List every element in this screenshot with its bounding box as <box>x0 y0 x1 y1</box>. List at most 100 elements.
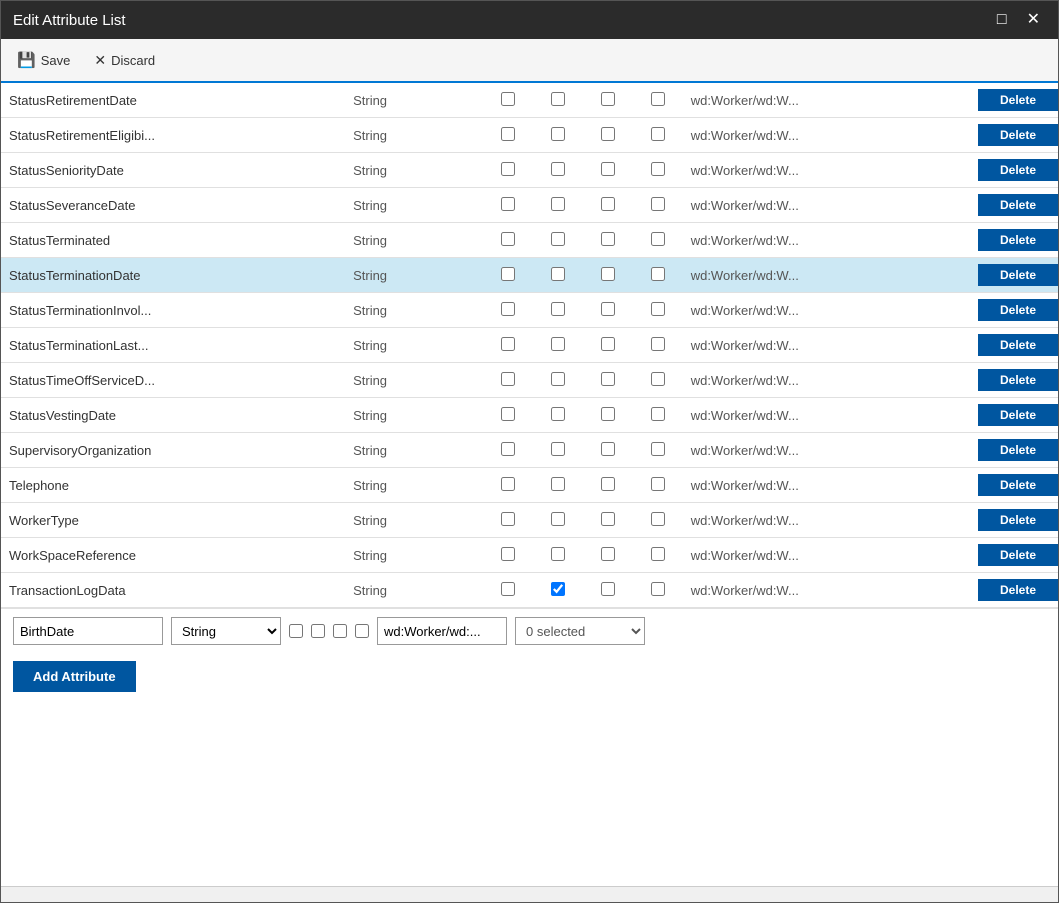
attr-chk2-cell[interactable] <box>533 223 583 258</box>
chk4-12[interactable] <box>651 512 665 526</box>
chk2-11[interactable] <box>551 477 565 491</box>
save-button[interactable]: 💾 Save <box>13 49 74 71</box>
delete-button-5[interactable]: Delete <box>978 264 1058 286</box>
chk1-12[interactable] <box>501 512 515 526</box>
delete-button-1[interactable]: Delete <box>978 124 1058 146</box>
attr-chk3-cell[interactable] <box>583 573 633 608</box>
chk2-7[interactable] <box>551 337 565 351</box>
attr-chk4-cell[interactable] <box>633 188 683 223</box>
chk2-8[interactable] <box>551 372 565 386</box>
attr-chk1-cell[interactable] <box>483 573 533 608</box>
attr-chk4-cell[interactable] <box>633 118 683 153</box>
chk2-2[interactable] <box>551 162 565 176</box>
chk4-11[interactable] <box>651 477 665 491</box>
attr-chk3-cell[interactable] <box>583 223 633 258</box>
attr-chk1-cell[interactable] <box>483 153 533 188</box>
attr-chk2-cell[interactable] <box>533 293 583 328</box>
chk3-10[interactable] <box>601 442 615 456</box>
close-button[interactable]: ✕ <box>1021 10 1046 30</box>
chk1-2[interactable] <box>501 162 515 176</box>
chk1-8[interactable] <box>501 372 515 386</box>
chk4-1[interactable] <box>651 127 665 141</box>
chk1-11[interactable] <box>501 477 515 491</box>
chk1-0[interactable] <box>501 92 515 106</box>
attr-chk1-cell[interactable] <box>483 223 533 258</box>
attr-chk1-cell[interactable] <box>483 188 533 223</box>
attr-chk4-cell[interactable] <box>633 293 683 328</box>
chk2-12[interactable] <box>551 512 565 526</box>
chk1-4[interactable] <box>501 232 515 246</box>
attr-chk3-cell[interactable] <box>583 433 633 468</box>
attr-chk4-cell[interactable] <box>633 573 683 608</box>
maximize-button[interactable]: □ <box>991 10 1013 30</box>
chk3-14[interactable] <box>601 582 615 596</box>
attr-chk4-cell[interactable] <box>633 538 683 573</box>
attr-chk3-cell[interactable] <box>583 328 633 363</box>
chk3-12[interactable] <box>601 512 615 526</box>
delete-button-11[interactable]: Delete <box>978 474 1058 496</box>
attr-chk2-cell[interactable] <box>533 83 583 118</box>
delete-button-13[interactable]: Delete <box>978 544 1058 566</box>
chk2-0[interactable] <box>551 92 565 106</box>
new-attribute-type-select[interactable]: String Integer Boolean Date Float <box>171 617 281 645</box>
new-attribute-selected-select[interactable]: 0 selected <box>515 617 645 645</box>
chk3-8[interactable] <box>601 372 615 386</box>
delete-button-2[interactable]: Delete <box>978 159 1058 181</box>
chk1-3[interactable] <box>501 197 515 211</box>
attr-chk2-cell[interactable] <box>533 153 583 188</box>
new-chk1[interactable] <box>289 624 303 638</box>
delete-button-6[interactable]: Delete <box>978 299 1058 321</box>
attr-chk4-cell[interactable] <box>633 433 683 468</box>
attr-chk4-cell[interactable] <box>633 83 683 118</box>
attr-chk2-cell[interactable] <box>533 433 583 468</box>
chk1-10[interactable] <box>501 442 515 456</box>
chk3-6[interactable] <box>601 302 615 316</box>
chk4-10[interactable] <box>651 442 665 456</box>
new-attribute-name-input[interactable] <box>13 617 163 645</box>
chk1-9[interactable] <box>501 407 515 421</box>
delete-button-12[interactable]: Delete <box>978 509 1058 531</box>
attr-chk1-cell[interactable] <box>483 258 533 293</box>
delete-button-3[interactable]: Delete <box>978 194 1058 216</box>
delete-button-0[interactable]: Delete <box>978 89 1058 111</box>
chk3-9[interactable] <box>601 407 615 421</box>
chk1-14[interactable] <box>501 582 515 596</box>
attr-chk2-cell[interactable] <box>533 258 583 293</box>
new-chk4[interactable] <box>355 624 369 638</box>
attr-chk3-cell[interactable] <box>583 258 633 293</box>
attr-chk2-cell[interactable] <box>533 538 583 573</box>
new-attribute-path-input[interactable] <box>377 617 507 645</box>
delete-button-9[interactable]: Delete <box>978 404 1058 426</box>
chk3-7[interactable] <box>601 337 615 351</box>
attr-chk1-cell[interactable] <box>483 293 533 328</box>
attr-chk3-cell[interactable] <box>583 83 633 118</box>
chk3-0[interactable] <box>601 92 615 106</box>
chk2-1[interactable] <box>551 127 565 141</box>
attr-chk1-cell[interactable] <box>483 363 533 398</box>
attr-chk2-cell[interactable] <box>533 573 583 608</box>
chk1-6[interactable] <box>501 302 515 316</box>
attr-chk1-cell[interactable] <box>483 118 533 153</box>
chk2-4[interactable] <box>551 232 565 246</box>
chk4-0[interactable] <box>651 92 665 106</box>
chk3-13[interactable] <box>601 547 615 561</box>
chk2-3[interactable] <box>551 197 565 211</box>
attr-chk3-cell[interactable] <box>583 188 633 223</box>
chk3-4[interactable] <box>601 232 615 246</box>
delete-button-10[interactable]: Delete <box>978 439 1058 461</box>
attr-chk1-cell[interactable] <box>483 83 533 118</box>
chk3-11[interactable] <box>601 477 615 491</box>
chk2-13[interactable] <box>551 547 565 561</box>
chk2-9[interactable] <box>551 407 565 421</box>
attr-chk4-cell[interactable] <box>633 503 683 538</box>
delete-button-7[interactable]: Delete <box>978 334 1058 356</box>
attr-chk3-cell[interactable] <box>583 153 633 188</box>
delete-button-14[interactable]: Delete <box>978 579 1058 601</box>
attr-chk2-cell[interactable] <box>533 468 583 503</box>
new-chk2[interactable] <box>311 624 325 638</box>
attr-chk2-cell[interactable] <box>533 503 583 538</box>
chk4-14[interactable] <box>651 582 665 596</box>
chk3-5[interactable] <box>601 267 615 281</box>
attr-chk3-cell[interactable] <box>583 398 633 433</box>
attr-chk4-cell[interactable] <box>633 153 683 188</box>
